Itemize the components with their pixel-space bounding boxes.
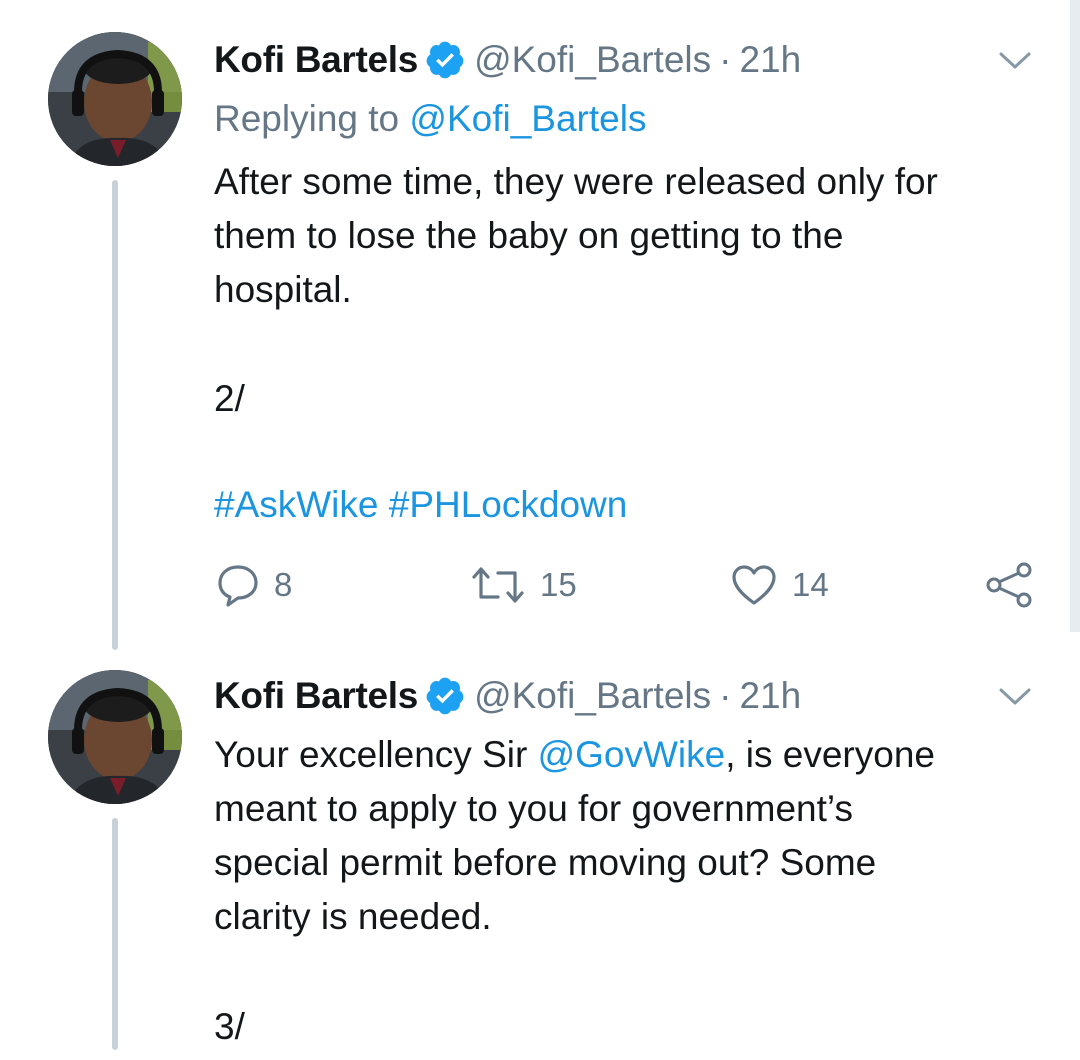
like-button[interactable]: 14 bbox=[730, 560, 829, 610]
tweet[interactable]: Kofi Bartels @Kofi_Bartels · 21h Replyin… bbox=[0, 0, 1080, 650]
tweet-text-line: hospital. bbox=[214, 269, 352, 310]
verified-badge-icon bbox=[424, 675, 466, 717]
tweet-text: After some time, they were released only… bbox=[214, 155, 1054, 317]
tweet-text-line: After some time, they were released only… bbox=[214, 161, 938, 202]
tweet-text-line: meant to apply to you for government’s bbox=[214, 788, 853, 829]
verified-badge-icon bbox=[424, 39, 466, 81]
tweet-header: Kofi Bartels @Kofi_Bartels · 21h bbox=[214, 674, 801, 718]
replying-prefix: Replying to bbox=[214, 98, 410, 139]
mention-link[interactable]: @GovWike bbox=[538, 734, 726, 775]
retweet-icon bbox=[472, 567, 524, 603]
share-button[interactable] bbox=[984, 560, 1034, 610]
tweet-text-line: clarity is needed. bbox=[214, 896, 492, 937]
text-segment: Your excellency Sir bbox=[214, 734, 538, 775]
separator-dot: · bbox=[719, 675, 732, 716]
avatar[interactable] bbox=[48, 32, 182, 166]
tweet-text-line: special permit before moving out? Some bbox=[214, 842, 877, 883]
reply-icon bbox=[218, 565, 258, 607]
reply-count: 8 bbox=[274, 566, 293, 603]
chevron-down-icon[interactable] bbox=[998, 50, 1032, 72]
reply-button[interactable]: 8 bbox=[216, 560, 292, 610]
tweet-actions: 8 15 14 bbox=[0, 560, 1080, 610]
author-handle[interactable]: @Kofi_Bartels bbox=[474, 39, 711, 81]
heart-icon bbox=[732, 565, 776, 605]
replying-handle-link[interactable]: @Kofi_Bartels bbox=[409, 98, 646, 139]
thread-number: 2/ bbox=[214, 378, 245, 419]
separator-dot: · bbox=[719, 39, 732, 80]
timestamp[interactable]: 21h bbox=[739, 39, 801, 81]
thread-line bbox=[112, 818, 118, 1050]
tweet[interactable]: Kofi Bartels @Kofi_Bartels · 21h Your ex… bbox=[0, 640, 1080, 1060]
share-icon bbox=[986, 562, 1032, 608]
hashtags-link[interactable]: #AskWike #PHLockdown bbox=[214, 484, 627, 526]
retweet-button[interactable]: 15 bbox=[470, 560, 577, 610]
avatar[interactable] bbox=[48, 670, 182, 804]
tweet-text-line: Your excellency Sir @GovWike, is everyon… bbox=[214, 728, 1044, 782]
author-handle[interactable]: @Kofi_Bartels bbox=[474, 675, 711, 717]
timestamp[interactable]: 21h bbox=[739, 675, 801, 717]
tweet-text: Your excellency Sir @GovWike, is everyon… bbox=[214, 728, 1044, 944]
author-name[interactable]: Kofi Bartels bbox=[214, 39, 418, 81]
chevron-down-icon[interactable] bbox=[998, 686, 1032, 708]
author-name[interactable]: Kofi Bartels bbox=[214, 675, 418, 717]
like-count: 14 bbox=[792, 566, 829, 603]
text-segment: , is everyone bbox=[725, 734, 935, 775]
replying-to: Replying to @Kofi_Bartels bbox=[214, 98, 646, 140]
tweet-header: Kofi Bartels @Kofi_Bartels · 21h bbox=[214, 38, 801, 82]
retweet-count: 15 bbox=[540, 566, 577, 603]
tweet-text-line: them to lose the baby on getting to the bbox=[214, 215, 844, 256]
thread-number: 3/ bbox=[214, 1006, 245, 1047]
